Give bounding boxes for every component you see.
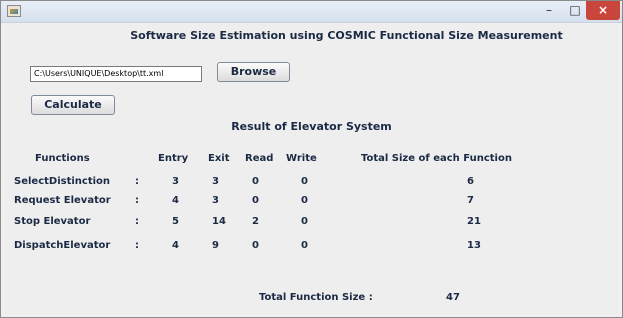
result-title: Result of Elevator System [231, 120, 392, 133]
total-size-value: 21 [467, 216, 481, 227]
write-value: 0 [301, 216, 308, 227]
total-function-size-value: 47 [446, 292, 460, 303]
row-separator: : [135, 195, 139, 206]
total-size-value: 6 [467, 176, 474, 187]
function-name: Stop Elevator [14, 216, 91, 227]
entry-value: 3 [172, 176, 179, 187]
browse-button[interactable]: Browse [217, 62, 290, 82]
java-app-icon [7, 5, 21, 17]
read-value: 0 [252, 240, 259, 251]
app-window: – □ × Software Size Estimation using COS… [0, 0, 623, 318]
total-size-value: 13 [467, 240, 481, 251]
read-value: 0 [252, 195, 259, 206]
function-name: SelectDistinction [14, 176, 111, 187]
calculate-button[interactable]: Calculate [31, 95, 115, 115]
exit-value: 14 [212, 216, 226, 227]
row-separator: : [135, 176, 139, 187]
page-title: Software Size Estimation using COSMIC Fu… [130, 29, 563, 42]
column-header-total-size: Total Size of each Function [361, 153, 512, 164]
write-value: 0 [301, 240, 308, 251]
exit-value: 9 [212, 240, 219, 251]
write-value: 0 [301, 176, 308, 187]
minimize-button[interactable]: – [536, 1, 562, 20]
row-separator: : [135, 240, 139, 251]
write-value: 0 [301, 195, 308, 206]
column-header-functions: Functions [35, 153, 90, 164]
total-size-value: 7 [467, 195, 474, 206]
maximize-button[interactable]: □ [562, 1, 588, 20]
column-header-entry: Entry [158, 153, 189, 164]
read-value: 0 [252, 176, 259, 187]
entry-value: 5 [172, 216, 179, 227]
close-button[interactable]: × [586, 1, 620, 20]
entry-value: 4 [172, 195, 179, 206]
exit-value: 3 [212, 195, 219, 206]
column-header-write: Write [286, 153, 317, 164]
entry-value: 4 [172, 240, 179, 251]
column-header-exit: Exit [208, 153, 230, 164]
function-name: Request Elevator [14, 195, 111, 206]
function-name: DispatchElevator [14, 240, 111, 251]
file-path-field[interactable]: C:\Users\UNIQUE\Desktop\tt.xml [30, 66, 202, 82]
title-bar[interactable]: – □ × [1, 1, 622, 23]
column-header-read: Read [245, 153, 274, 164]
main-panel: Software Size Estimation using COSMIC Fu… [5, 24, 618, 314]
total-function-size-label: Total Function Size : [259, 292, 373, 303]
read-value: 2 [252, 216, 259, 227]
row-separator: : [135, 216, 139, 227]
exit-value: 3 [212, 176, 219, 187]
